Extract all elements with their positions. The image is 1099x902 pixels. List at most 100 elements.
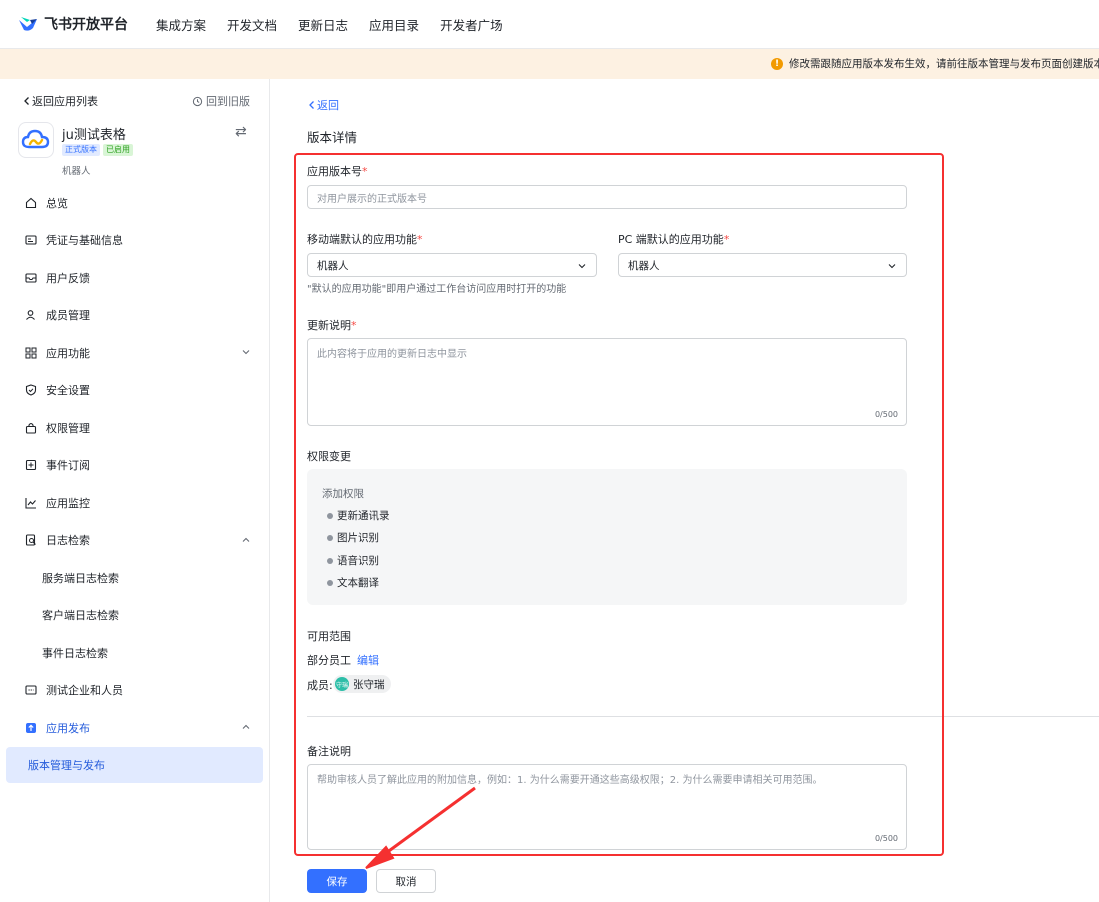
save-button[interactable]: 保存 bbox=[307, 869, 367, 893]
switch-app-icon[interactable]: ⇄ bbox=[235, 124, 247, 140]
app-logo bbox=[18, 122, 54, 158]
sidebar-item-label: 测试企业和人员 bbox=[46, 684, 123, 698]
permission-changes-label: 权限变更 bbox=[307, 450, 351, 463]
pc-default-feature-select[interactable]: 机器人 bbox=[618, 253, 907, 277]
back-to-app-list-link[interactable]: 返回应用列表 bbox=[22, 93, 98, 109]
history-icon bbox=[192, 96, 203, 106]
chevron-up-icon bbox=[242, 724, 250, 729]
sidebar-item-log-search[interactable]: 日志检索 bbox=[6, 522, 263, 560]
sidebar-item-security[interactable]: 安全设置 bbox=[6, 372, 263, 410]
sidebar-item-monitoring[interactable]: 应用监控 bbox=[6, 484, 263, 522]
mobile-default-feature-label: 移动端默认的应用功能* bbox=[307, 233, 423, 246]
sidebar-item-events[interactable]: 事件订阅 bbox=[6, 447, 263, 485]
sidebar-item-app-release[interactable]: 应用发布 bbox=[6, 709, 263, 747]
sidebar-item-version-management[interactable]: 版本管理与发布 bbox=[6, 746, 263, 783]
bullet-icon bbox=[327, 512, 333, 519]
version-number-input[interactable]: 对用户展示的正式版本号 bbox=[307, 185, 907, 209]
app-type: 机器人 bbox=[62, 166, 91, 177]
remark-textarea[interactable]: 帮助审核人员了解此应用的附加信息，例如：1. 为什么需要开通这些高级权限；2. … bbox=[307, 764, 907, 850]
sidebar-item-label: 权限管理 bbox=[46, 421, 90, 435]
sidebar-item-members[interactable]: 成员管理 bbox=[6, 297, 263, 335]
sidebar-item-label: 版本管理与发布 bbox=[28, 758, 105, 772]
sidebar-item-event-log[interactable]: 事件日志检索 bbox=[6, 634, 263, 672]
sidebar-menu: 总览 凭证与基础信息 用户反馈 成员管理 应用功能 安全设置 权限管理 事件订阅… bbox=[6, 184, 263, 783]
shield-icon bbox=[25, 384, 37, 396]
changelog-textarea[interactable]: 此内容将于应用的更新日志中显示 0/500 bbox=[307, 338, 907, 426]
permission-item: 图片识别 bbox=[327, 530, 379, 545]
id-card-icon bbox=[25, 235, 37, 245]
mobile-default-feature-value: 机器人 bbox=[317, 259, 349, 272]
mobile-default-feature-select[interactable]: 机器人 bbox=[307, 253, 597, 277]
sidebar-item-test-tenants[interactable]: 测试企业和人员 bbox=[6, 672, 263, 710]
sidebar-item-label: 应用监控 bbox=[46, 496, 90, 510]
return-to-old-version-link[interactable]: 回到旧版 bbox=[192, 93, 250, 109]
sidebar-item-label: 凭证与基础信息 bbox=[46, 234, 123, 248]
feishu-logo-icon bbox=[19, 17, 37, 31]
banner-text: 修改需跟随应用版本发布生效，请前往版本管理与发布页面创建版本 bbox=[789, 58, 1099, 70]
remark-counter: 0/500 bbox=[874, 834, 898, 843]
pc-default-feature-value: 机器人 bbox=[628, 259, 660, 272]
bullet-icon bbox=[327, 579, 333, 586]
changelog-counter: 0/500 bbox=[874, 410, 898, 419]
bullet-icon bbox=[327, 557, 333, 564]
return-to-old-version-label: 回到旧版 bbox=[206, 95, 250, 108]
remark-placeholder: 帮助审核人员了解此应用的附加信息，例如：1. 为什么需要开通这些高级权限；2. … bbox=[317, 775, 823, 786]
sidebar-item-label: 总览 bbox=[46, 196, 68, 210]
event-icon bbox=[25, 460, 37, 471]
nav-links: 集成方案 开发文档 更新日志 应用目录 开发者广场 bbox=[156, 15, 524, 34]
test-icon bbox=[25, 685, 37, 695]
brand[interactable]: 飞书开放平台 bbox=[18, 14, 146, 34]
sidebar-item-label: 事件订阅 bbox=[46, 459, 90, 473]
app-card: ju测试表格 正式版本 已启用 ⇄ 机器人 bbox=[18, 122, 253, 177]
sidebar-item-label: 成员管理 bbox=[46, 309, 90, 323]
sidebar-item-app-features[interactable]: 应用功能 bbox=[6, 334, 263, 372]
remark-label: 备注说明 bbox=[307, 745, 351, 758]
app-tags: 正式版本 已启用 bbox=[62, 144, 136, 156]
grid-icon bbox=[25, 347, 37, 359]
chevron-down-icon bbox=[578, 264, 586, 269]
chevron-down-icon bbox=[888, 264, 896, 269]
permission-item: 更新通讯录 bbox=[327, 508, 390, 523]
nav-link-app-directory[interactable]: 应用目录 bbox=[369, 15, 419, 34]
back-link-label: 返回 bbox=[317, 99, 339, 112]
member-chip: 守瑞 张守瑞 bbox=[333, 675, 391, 693]
pc-default-feature-label: PC 端默认的应用功能* bbox=[618, 233, 730, 246]
changelog-label: 更新说明* bbox=[307, 319, 357, 332]
nav-link-solutions[interactable]: 集成方案 bbox=[156, 15, 206, 34]
back-link[interactable]: 返回 bbox=[307, 97, 339, 113]
sidebar-item-client-log[interactable]: 客户端日志检索 bbox=[6, 597, 263, 635]
brand-name: 飞书开放平台 bbox=[44, 17, 128, 33]
warning-icon: ! bbox=[771, 57, 783, 70]
sidebar-item-server-log[interactable]: 服务端日志检索 bbox=[6, 559, 263, 597]
permission-changes-panel: 添加权限 更新通讯录 图片识别 语音识别 文本翻译 bbox=[307, 469, 907, 605]
nav-link-docs[interactable]: 开发文档 bbox=[227, 15, 277, 34]
sidebar: 返回应用列表 回到旧版 ju测试表格 正式版本 已启用 ⇄ 机器人 总览 凭证与… bbox=[0, 79, 270, 902]
sidebar-item-feedback[interactable]: 用户反馈 bbox=[6, 259, 263, 297]
sidebar-item-permissions[interactable]: 权限管理 bbox=[6, 409, 263, 447]
sidebar-item-credentials[interactable]: 凭证与基础信息 bbox=[6, 222, 263, 260]
add-permission-title: 添加权限 bbox=[322, 488, 364, 500]
availability-value: 部分员工 编辑 bbox=[307, 654, 379, 667]
home-icon bbox=[25, 197, 37, 208]
nav-link-changelog[interactable]: 更新日志 bbox=[298, 15, 348, 34]
nav-link-developer-square[interactable]: 开发者广场 bbox=[440, 15, 503, 34]
top-navigation: 飞书开放平台 集成方案 开发文档 更新日志 应用目录 开发者广场 bbox=[0, 0, 1099, 49]
release-version-tag: 正式版本 bbox=[62, 144, 100, 156]
app-name: ju测试表格 bbox=[62, 128, 126, 143]
sidebar-item-label: 事件日志检索 bbox=[42, 646, 108, 660]
cancel-button[interactable]: 取消 bbox=[376, 869, 436, 893]
chart-line-icon bbox=[25, 497, 36, 509]
sidebar-item-overview[interactable]: 总览 bbox=[6, 184, 263, 222]
version-number-label: 应用版本号* bbox=[307, 165, 368, 178]
inbox-icon bbox=[25, 273, 37, 283]
sidebar-item-label: 服务端日志检索 bbox=[42, 571, 119, 585]
log-search-icon bbox=[25, 534, 36, 546]
bullet-icon bbox=[327, 534, 333, 541]
changelog-placeholder: 此内容将于应用的更新日志中显示 bbox=[317, 349, 467, 360]
chevron-left-icon bbox=[309, 101, 314, 109]
edit-availability-link[interactable]: 编辑 bbox=[357, 654, 379, 667]
members-prefix: 成员: bbox=[307, 679, 333, 692]
sidebar-item-label: 安全设置 bbox=[46, 384, 90, 398]
lock-icon bbox=[25, 422, 37, 434]
upload-icon bbox=[26, 722, 36, 733]
